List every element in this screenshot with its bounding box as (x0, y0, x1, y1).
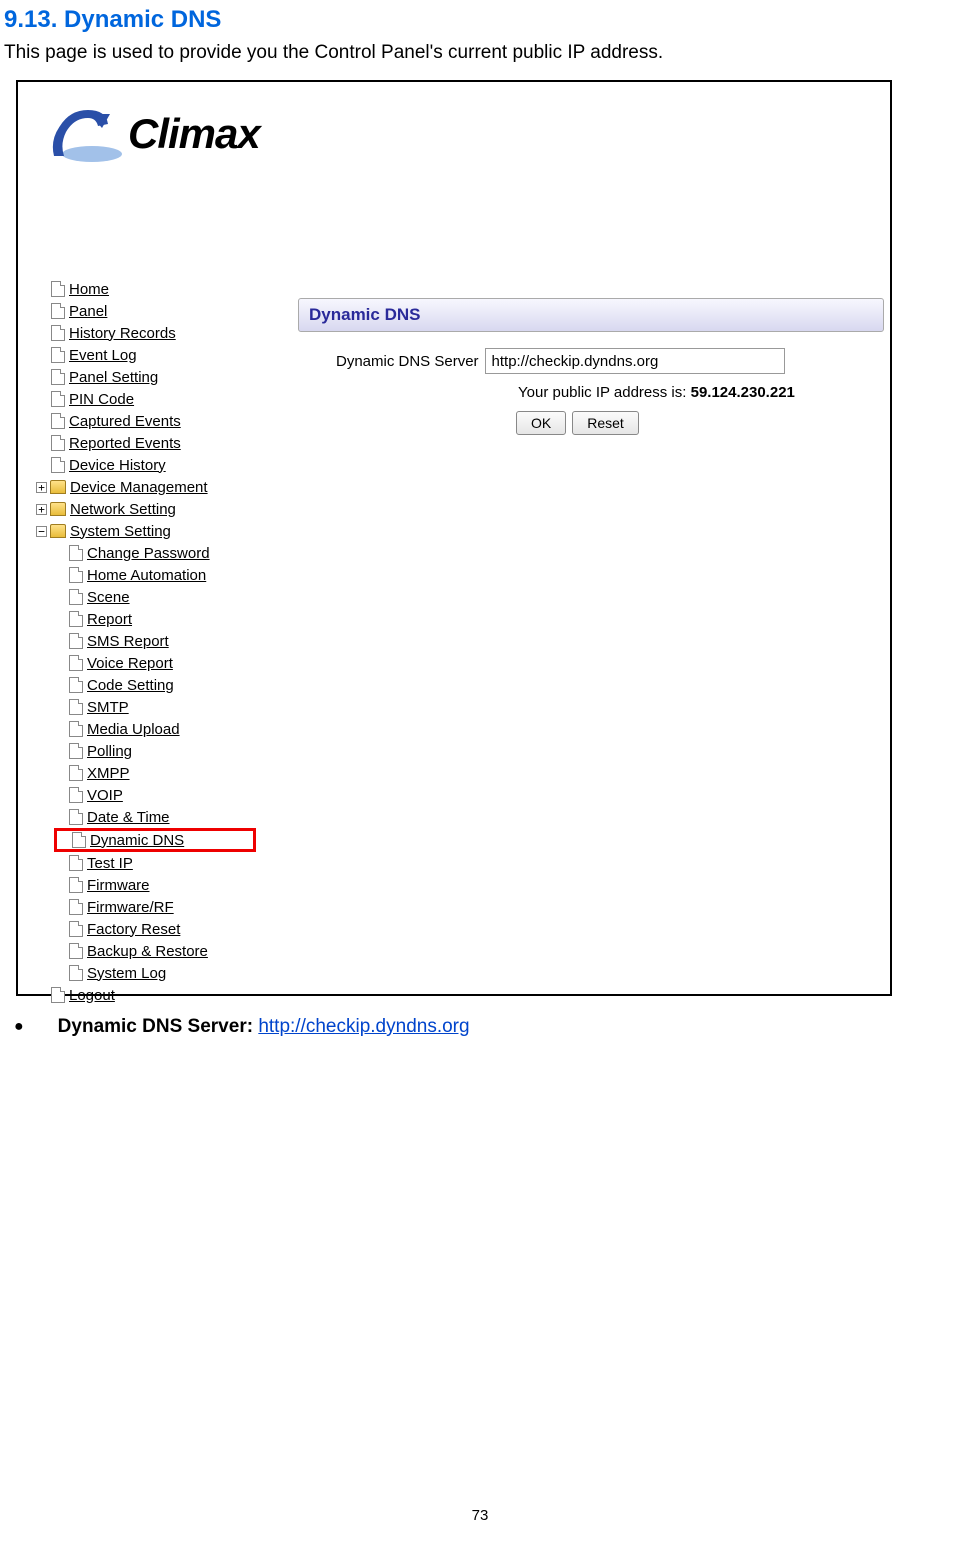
page-icon (69, 699, 83, 715)
tree-item-xmpp[interactable]: XMPP (54, 762, 256, 784)
page-icon (69, 965, 83, 981)
tree-item-backup-restore[interactable]: Backup & Restore (54, 940, 256, 962)
tree-item-scene[interactable]: Scene (54, 586, 256, 608)
tree-item-system-log[interactable]: System Log (54, 962, 256, 984)
tree-item-polling[interactable]: Polling (54, 740, 256, 762)
bullet-icon: ● (14, 1016, 24, 1038)
page-icon (69, 877, 83, 893)
tree-item-panel-setting[interactable]: Panel Setting (36, 366, 256, 388)
page-icon (69, 899, 83, 915)
tree-item-home[interactable]: Home (36, 278, 256, 300)
logo-text: Climax (128, 110, 260, 158)
reset-button[interactable]: Reset (572, 411, 639, 435)
tree-item-reported-events[interactable]: Reported Events (36, 432, 256, 454)
page-icon (69, 567, 83, 583)
tree-item-panel[interactable]: Panel (36, 300, 256, 322)
tree-item-captured-events[interactable]: Captured Events (36, 410, 256, 432)
page-icon (72, 832, 86, 848)
page-icon (69, 545, 83, 561)
page-icon (69, 589, 83, 605)
content-panel: Dynamic DNS Dynamic DNS Server Your publ… (298, 298, 884, 435)
page-icon (51, 435, 65, 451)
page-icon (69, 921, 83, 937)
page-icon (69, 721, 83, 737)
page-icon (69, 787, 83, 803)
tree-item-home-automation[interactable]: Home Automation (54, 564, 256, 586)
public-ip-line: Your public IP address is: 59.124.230.22… (298, 384, 884, 401)
tree-item-test-ip[interactable]: Test IP (54, 852, 256, 874)
page-icon (51, 347, 65, 363)
expand-plus-icon[interactable]: + (36, 504, 47, 515)
page-icon (51, 987, 65, 1003)
dns-server-label: Dynamic DNS Server (336, 353, 479, 370)
page-icon (69, 743, 83, 759)
tree-item-device-history[interactable]: Device History (36, 454, 256, 476)
section-heading: 9.13. Dynamic DNS (0, 0, 960, 38)
tree-item-firmware-rf[interactable]: Firmware/RF (54, 896, 256, 918)
logo-area: Climax (18, 82, 890, 192)
page-icon (69, 855, 83, 871)
folder-icon (50, 524, 66, 538)
tree-item-code-setting[interactable]: Code Setting (54, 674, 256, 696)
tree-item-sms-report[interactable]: SMS Report (54, 630, 256, 652)
folder-icon (50, 502, 66, 516)
tree-item-voice-report[interactable]: Voice Report (54, 652, 256, 674)
public-ip-value: 59.124.230.221 (691, 384, 795, 401)
page-icon (51, 457, 65, 473)
tree-item-report[interactable]: Report (54, 608, 256, 630)
page-icon (69, 655, 83, 671)
collapse-minus-icon[interactable]: − (36, 526, 47, 537)
page-icon (51, 325, 65, 341)
page-icon (69, 809, 83, 825)
bullet-label: Dynamic DNS Server: (58, 1016, 259, 1037)
dns-server-input[interactable] (485, 348, 785, 374)
tree-item-history-records[interactable]: History Records (36, 322, 256, 344)
climax-logo-icon (44, 100, 122, 168)
folder-icon (50, 480, 66, 494)
tree-item-pin-code[interactable]: PIN Code (36, 388, 256, 410)
public-ip-prefix: Your public IP address is: (518, 384, 691, 401)
tree-item-factory-reset[interactable]: Factory Reset (54, 918, 256, 940)
tree-item-system-setting[interactable]: −System Setting (36, 520, 256, 542)
dyndns-link[interactable]: http://checkip.dyndns.org (258, 1016, 469, 1037)
page-icon (51, 281, 65, 297)
bullet-section: ● Dynamic DNS Server: http://checkip.dyn… (0, 1016, 960, 1038)
nav-tree: Home Panel History Records Event Log Pan… (36, 278, 256, 1006)
tree-item-voip[interactable]: VOIP (54, 784, 256, 806)
page-icon (69, 633, 83, 649)
dns-server-row: Dynamic DNS Server (298, 348, 884, 374)
tree-item-date-time[interactable]: Date & Time (54, 806, 256, 828)
tree-item-smtp[interactable]: SMTP (54, 696, 256, 718)
tree-item-logout[interactable]: Logout (36, 984, 256, 1006)
tree-item-network-setting[interactable]: +Network Setting (36, 498, 256, 520)
page-icon (51, 303, 65, 319)
button-row: OK Reset (298, 411, 884, 435)
tree-item-event-log[interactable]: Event Log (36, 344, 256, 366)
page-icon (69, 677, 83, 693)
page-icon (51, 369, 65, 385)
intro-text: This page is used to provide you the Con… (0, 38, 960, 76)
screenshot-container: Climax Home Panel History Records Event … (16, 80, 892, 996)
logo: Climax (44, 100, 890, 168)
panel-title: Dynamic DNS (298, 298, 884, 332)
tree-item-dynamic-dns[interactable]: Dynamic DNS (54, 828, 256, 852)
tree-item-device-management[interactable]: +Device Management (36, 476, 256, 498)
page-icon (69, 765, 83, 781)
tree-item-media-upload[interactable]: Media Upload (54, 718, 256, 740)
page-icon (69, 611, 83, 627)
bullet-text: Dynamic DNS Server: http://checkip.dyndn… (58, 1016, 470, 1038)
page-icon (51, 391, 65, 407)
page-icon (69, 943, 83, 959)
ok-button[interactable]: OK (516, 411, 566, 435)
page-number: 73 (0, 1507, 960, 1524)
tree-item-firmware[interactable]: Firmware (54, 874, 256, 896)
page-icon (51, 413, 65, 429)
tree-item-change-password[interactable]: Change Password (54, 542, 256, 564)
expand-plus-icon[interactable]: + (36, 482, 47, 493)
